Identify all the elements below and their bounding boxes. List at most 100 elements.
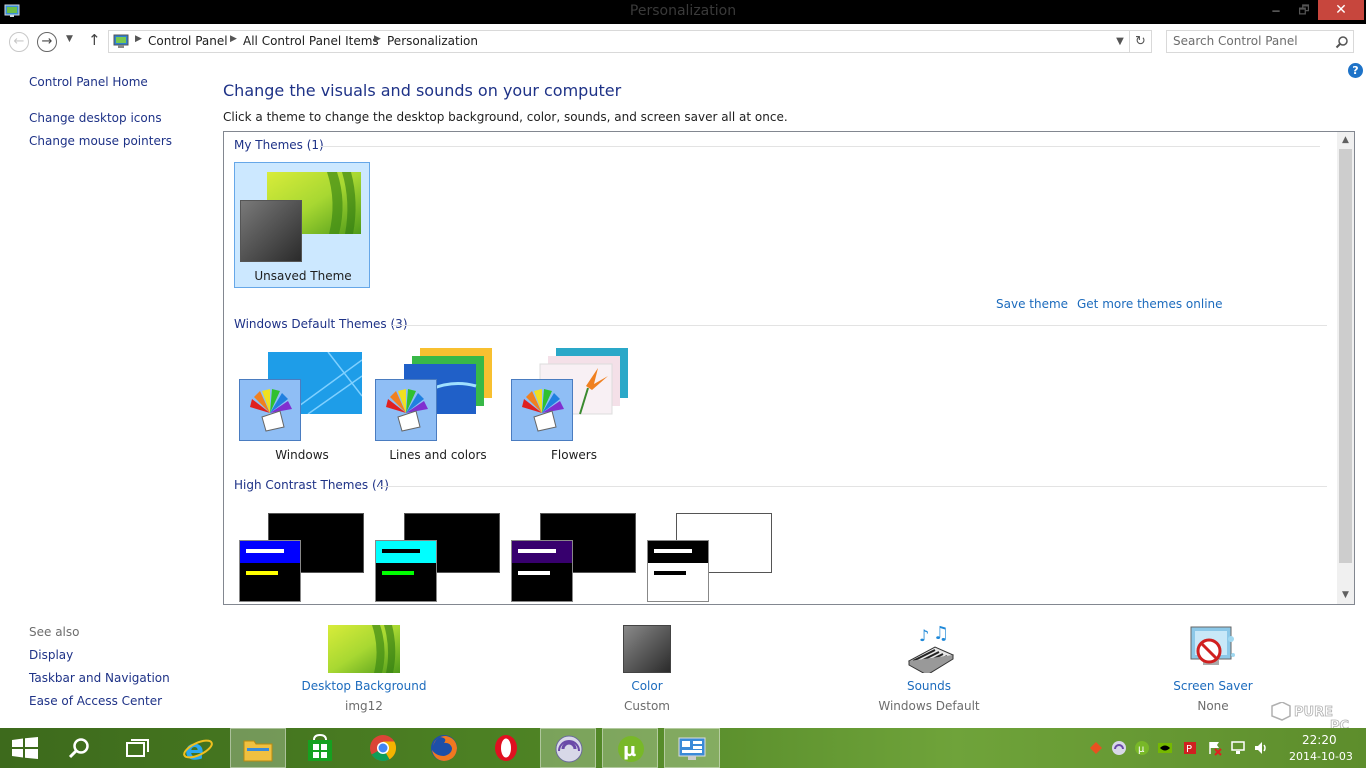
color-palette-icon (375, 379, 437, 441)
taskbar-firefox[interactable] (416, 728, 472, 768)
theme-high-contrast-white[interactable] (642, 504, 778, 604)
desktop-background-value: img12 (345, 699, 383, 713)
refresh-button[interactable]: ↻ (1130, 30, 1152, 53)
tray-utorrent-icon[interactable]: µ (1134, 740, 1150, 756)
breadcrumb-control-panel[interactable]: Control Panel (148, 34, 228, 48)
breadcrumb-separator[interactable]: ▶ (230, 34, 237, 44)
high-contrast-thumbnail (375, 513, 500, 602)
tray-app-icon[interactable] (1088, 740, 1104, 756)
tray-nvidia-icon[interactable] (1157, 740, 1173, 756)
themes-scrollbar[interactable]: ▲ ▼ (1337, 132, 1354, 604)
maximize-button[interactable]: 🗗 (1290, 0, 1318, 20)
scroll-down-button[interactable]: ▼ (1337, 587, 1354, 604)
sounds-label[interactable]: Sounds (849, 679, 1009, 693)
save-theme-link[interactable]: Save theme (996, 297, 1068, 311)
group-divider (392, 325, 1327, 326)
theme-windows[interactable]: Windows (234, 342, 370, 468)
taskbar-chrome[interactable] (355, 728, 411, 768)
svg-text:µ: µ (1138, 744, 1145, 755)
search-box[interactable] (1166, 30, 1354, 53)
tray-app-red-icon[interactable]: P (1182, 740, 1198, 756)
up-button[interactable]: ↑ (88, 31, 101, 49)
help-icon[interactable]: ? (1348, 63, 1363, 78)
theme-flowers[interactable]: Flowers (506, 342, 642, 468)
taskbar-bittorrent[interactable] (540, 728, 596, 768)
group-divider (320, 146, 1320, 147)
back-button[interactable]: ← (9, 32, 29, 52)
start-button[interactable] (0, 728, 56, 768)
forward-button[interactable]: → (37, 32, 57, 52)
display-link[interactable]: Display (29, 648, 73, 662)
start-icon (12, 737, 38, 759)
get-more-themes-link[interactable]: Get more themes online (1077, 297, 1223, 311)
change-desktop-icons-link[interactable]: Change desktop icons (29, 111, 162, 125)
theme-high-contrast-1[interactable] (234, 504, 370, 604)
themes-list[interactable]: My Themes (1) Unsaved Theme Save theme G… (223, 131, 1355, 605)
color-label[interactable]: Color (567, 679, 727, 693)
ease-of-access-link[interactable]: Ease of Access Center (29, 694, 162, 708)
hc-text-line (654, 571, 686, 575)
taskbar-control-panel[interactable] (664, 728, 720, 768)
network-icon[interactable] (1230, 740, 1246, 756)
svg-text:P: P (1186, 744, 1192, 755)
taskbar-store[interactable] (292, 728, 348, 768)
title-bar: Personalization 🗕 🗗 ✕ (0, 0, 1366, 24)
scroll-up-button[interactable]: ▲ (1337, 132, 1354, 149)
taskbar-internet-explorer[interactable]: e (170, 728, 226, 768)
theme-high-contrast-black[interactable] (506, 504, 642, 604)
taskbar-utorrent[interactable]: µ (602, 728, 658, 768)
address-dropdown-button[interactable]: ▼ (1113, 31, 1127, 52)
control-panel-icon (113, 34, 129, 48)
breadcrumb-separator[interactable]: ▶ (374, 34, 381, 44)
taskbar-file-explorer[interactable] (230, 728, 286, 768)
taskbar-opera[interactable] (478, 728, 534, 768)
file-explorer-icon (243, 740, 273, 762)
close-button[interactable]: ✕ (1318, 0, 1364, 20)
default-themes-heading: Windows Default Themes (3) (234, 317, 408, 331)
screen-saver-icon (1190, 626, 1235, 665)
bittorrent-icon (555, 735, 583, 763)
breadcrumb-all-items[interactable]: All Control Panel Items (243, 34, 379, 48)
window-title: Personalization (629, 3, 737, 19)
change-mouse-pointers-link[interactable]: Change mouse pointers (29, 134, 172, 148)
taskbar: e µ µ P (0, 728, 1366, 768)
breadcrumb-personalization[interactable]: Personalization (387, 34, 478, 48)
scroll-thumb[interactable] (1339, 149, 1352, 563)
desktop-background-icon (328, 625, 400, 673)
control-panel-icon (678, 737, 706, 760)
svg-text:µ: µ (623, 740, 636, 761)
recent-locations-button[interactable]: ▼ (66, 34, 73, 44)
taskbar-search-button[interactable] (52, 728, 108, 768)
volume-icon[interactable] (1253, 740, 1269, 756)
tray-bittorrent-icon[interactable] (1111, 740, 1127, 756)
control-panel-home-link[interactable]: Control Panel Home (29, 75, 148, 89)
high-contrast-thumbnail (239, 513, 364, 602)
page-title: Change the visuals and sounds on your co… (223, 81, 622, 100)
page-description: Click a theme to change the desktop back… (223, 110, 788, 124)
hc-text-line (382, 549, 420, 553)
address-field[interactable]: ▶ Control Panel ▶ All Control Panel Item… (108, 30, 1130, 53)
hc-text-line (654, 549, 692, 553)
desktop-background-label[interactable]: Desktop Background (284, 679, 444, 693)
minimize-button[interactable]: 🗕 (1262, 0, 1290, 20)
svg-text:PURE: PURE (1294, 705, 1333, 720)
breadcrumb-separator[interactable]: ▶ (135, 34, 142, 44)
store-icon (308, 734, 332, 761)
theme-label: Windows (275, 448, 329, 462)
screen-saver-label[interactable]: Screen Saver (1133, 679, 1293, 693)
color-value: Custom (624, 699, 670, 713)
search-icon (68, 738, 89, 759)
theme-lines-and-colors[interactable]: Lines and colors (370, 342, 506, 468)
theme-high-contrast-2[interactable] (370, 504, 506, 604)
search-icon[interactable] (1335, 35, 1349, 49)
clock-date[interactable]: 2014-10-03 (1289, 750, 1353, 763)
theme-unsaved[interactable]: Unsaved Theme (234, 162, 370, 288)
task-view-button[interactable] (110, 728, 166, 768)
taskbar-navigation-link[interactable]: Taskbar and Navigation (29, 671, 170, 685)
my-themes-heading: My Themes (1) (234, 138, 324, 152)
action-center-icon[interactable] (1207, 740, 1223, 756)
clock-time[interactable]: 22:20 (1302, 733, 1337, 747)
theme-label: Unsaved Theme (254, 269, 352, 283)
search-input[interactable] (1173, 34, 1333, 48)
internet-explorer-icon: e (183, 733, 213, 763)
